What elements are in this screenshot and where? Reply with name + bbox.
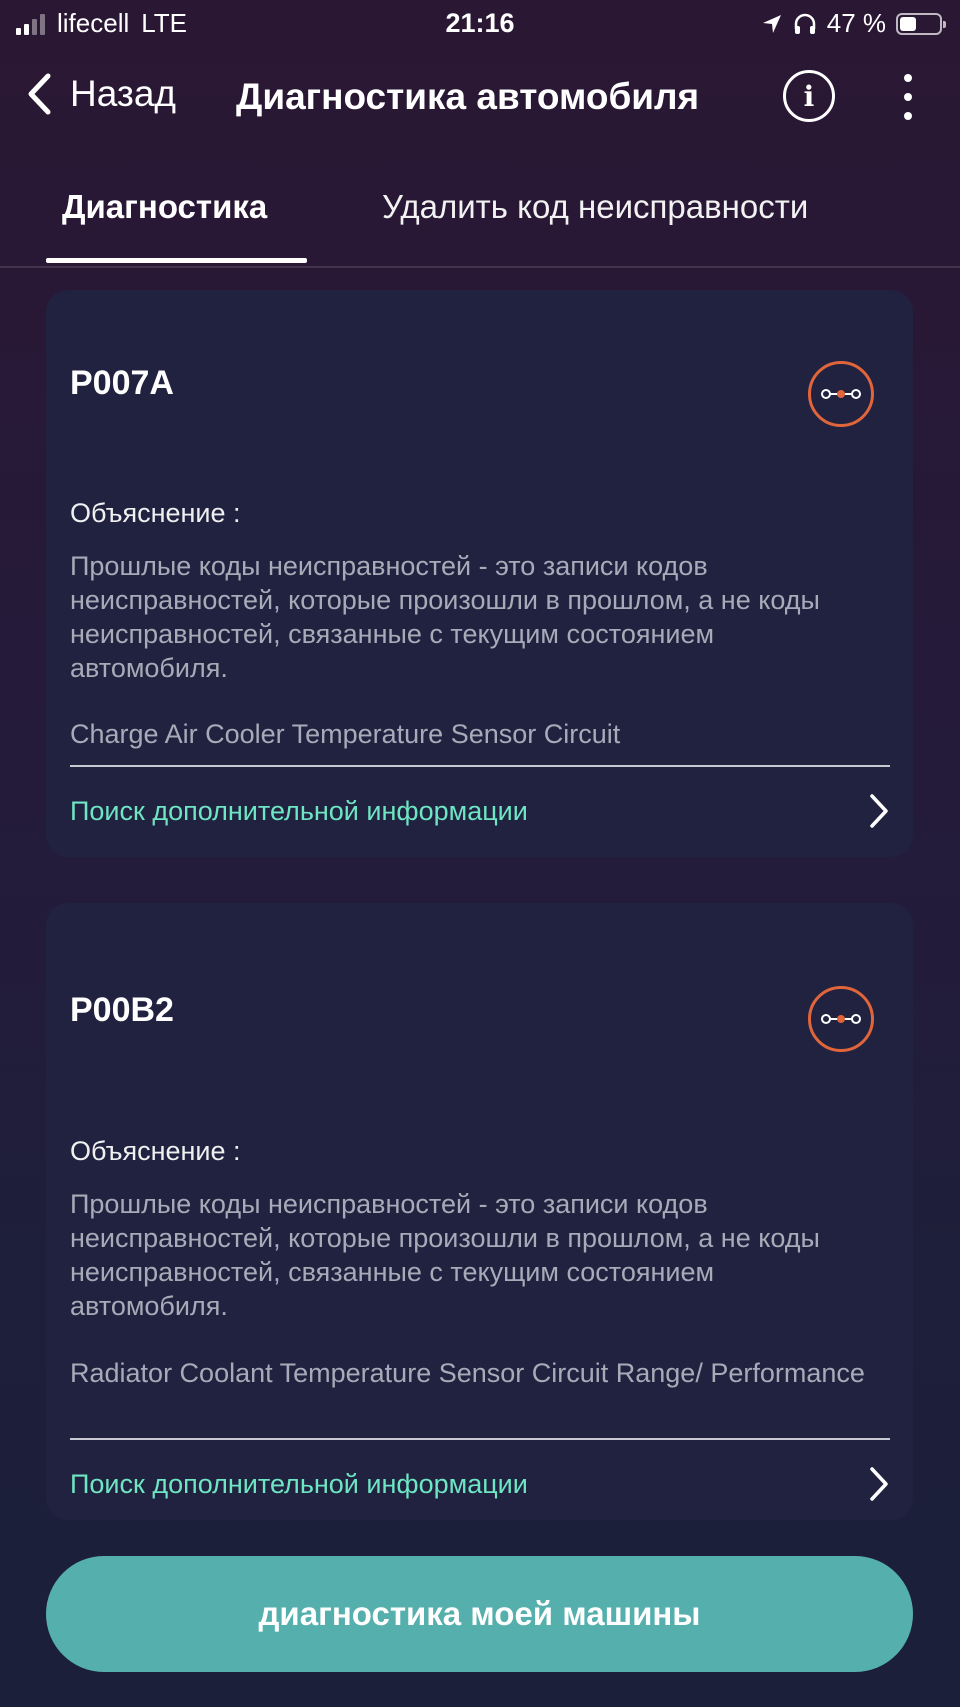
headphones-icon [794, 13, 815, 34]
back-label: Назад [70, 73, 177, 114]
more-info-label: Поиск дополнительной информации [70, 1468, 528, 1499]
more-info-label: Поиск дополнительной информации [70, 795, 528, 826]
fault-code-card: P00B2 Объяснение : Прошлые коды неисправ… [46, 903, 913, 1520]
chevron-right-icon [870, 794, 888, 828]
more-info-link[interactable]: Поиск дополнительной информации [70, 788, 890, 834]
fault-description: Charge Air Cooler Temperature Sensor Cir… [70, 719, 621, 749]
more-dot [904, 112, 912, 120]
fault-code: P007A [70, 364, 174, 402]
card-divider [70, 1438, 890, 1440]
battery-percent: 47 % [826, 8, 886, 38]
location-arrow-icon [762, 14, 781, 33]
battery-icon [896, 12, 946, 35]
info-button[interactable]: i [783, 70, 835, 122]
tab-diagnostics[interactable]: Диагностика [62, 188, 267, 226]
more-dot [904, 74, 912, 82]
diagnose-my-car-button[interactable]: диагностика моей машины [46, 1556, 913, 1672]
fault-code-card: P007A Объяснение : Прошлые коды неисправ… [46, 290, 913, 857]
more-options-button[interactable] [898, 74, 918, 120]
fault-description: Radiator Coolant Temperature Sensor Circ… [70, 1358, 865, 1388]
explanation-label: Объяснение : [70, 1136, 241, 1166]
status-bar: lifecell LTE 21:16 47 % [0, 0, 960, 52]
page-title: Диагностика автомобиля [236, 76, 700, 117]
status-right: 47 % [761, 8, 946, 39]
explanation-label: Объяснение : [70, 498, 241, 528]
more-dot [904, 93, 912, 101]
navigation-bar: Назад Диагностика автомобиля i [0, 60, 960, 140]
explanation-text: Прошлые коды неисправностей - это записи… [70, 551, 820, 683]
back-button[interactable]: Назад [26, 72, 176, 116]
chevron-right-icon [870, 1467, 888, 1501]
more-info-link[interactable]: Поиск дополнительной информации [70, 1461, 890, 1507]
card-divider [70, 765, 890, 767]
past-code-icon [808, 986, 874, 1052]
active-tab-indicator [46, 258, 307, 263]
tab-delete-fault-code[interactable]: Удалить код неисправности [382, 188, 808, 226]
fault-code: P00B2 [70, 991, 174, 1029]
past-code-icon [808, 361, 874, 427]
info-icon: i [803, 79, 815, 113]
explanation-text: Прошлые коды неисправностей - это записи… [70, 1189, 820, 1321]
chevron-left-icon [28, 73, 51, 115]
tab-bar: Диагностика Удалить код неисправности [0, 168, 960, 268]
